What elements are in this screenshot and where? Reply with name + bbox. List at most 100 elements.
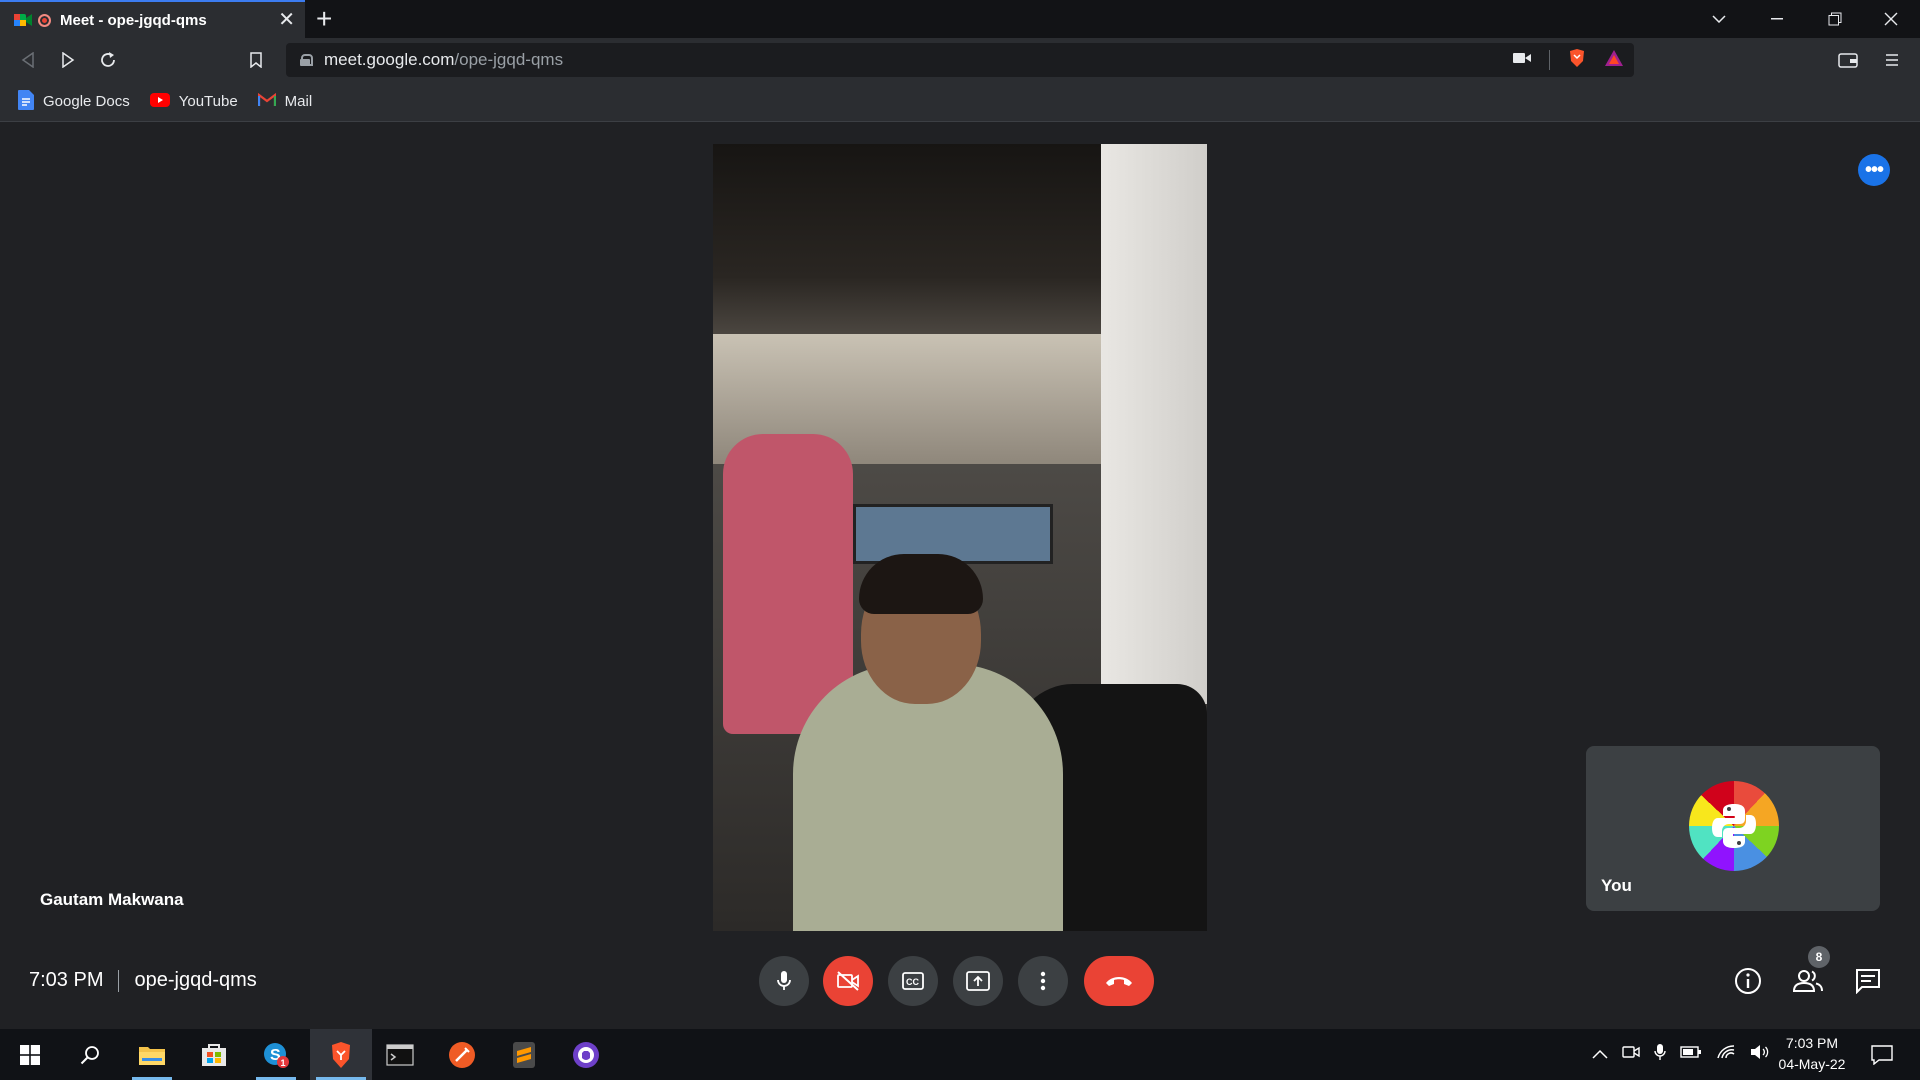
captions-button[interactable]: CC: [888, 956, 938, 1006]
postman-icon: [449, 1041, 475, 1068]
google-docs-icon: [18, 89, 34, 114]
terminal-button[interactable]: [374, 1029, 426, 1080]
chat-icon: [1856, 969, 1880, 994]
postman-button[interactable]: [436, 1029, 488, 1080]
participant-count-badge: 8: [1808, 946, 1830, 968]
url-host: meet.google.com: [324, 50, 455, 69]
camera-tray-icon[interactable]: [1622, 1044, 1640, 1065]
reload-button[interactable]: [94, 46, 122, 74]
folder-icon: [139, 1046, 165, 1065]
tab-close-icon[interactable]: ✕: [278, 10, 295, 30]
meeting-details: 7:03 PM ope-jgqd-qms: [29, 969, 257, 992]
bookmark-icon[interactable]: [242, 46, 270, 74]
url-path: /ope-jgqd-qms: [454, 50, 564, 69]
browser-toolbar: meet.google.com/ope-jgqd-qms: [0, 38, 1920, 82]
file-explorer-button[interactable]: [126, 1029, 178, 1080]
tab-search-icon[interactable]: [1690, 0, 1748, 38]
search-icon: [80, 1045, 99, 1064]
brave-icon: [332, 1041, 350, 1068]
recording-indicator-icon: [38, 13, 51, 27]
participant-name: Gautam Makwana: [40, 890, 184, 909]
microsoft-store-button[interactable]: [188, 1029, 240, 1080]
clock-time: 7:03 PM: [1785, 1035, 1839, 1051]
omnibox-divider: [1549, 50, 1550, 70]
skype-badge-count: 1: [281, 1058, 286, 1068]
brave-shields-icon[interactable]: [1568, 48, 1586, 73]
self-view-tile[interactable]: You: [1586, 746, 1880, 911]
bookmark-label: Mail: [284, 93, 313, 110]
leave-call-button[interactable]: [1084, 956, 1154, 1006]
notification-icon: [1871, 1044, 1893, 1065]
taskbar-clock[interactable]: 7:03 PM 04-May-22: [1762, 1033, 1862, 1075]
avatar: [1689, 781, 1779, 871]
meeting-code: ope-jgqd-qms: [134, 969, 257, 991]
github-icon: [573, 1041, 599, 1068]
skype-icon: S1: [264, 1042, 289, 1068]
call-controls-bar: 7:03 PM ope-jgqd-qms CC 8: [0, 941, 1920, 1029]
meeting-details-button[interactable]: [1730, 963, 1766, 999]
camera-button[interactable]: [823, 956, 873, 1006]
divider: [118, 969, 120, 992]
back-button[interactable]: [14, 46, 42, 74]
youtube-icon: [149, 92, 170, 111]
gmail-icon: [257, 92, 276, 111]
tab-strip: Meet - ope-jgqd-qms ✕ +: [0, 0, 1920, 38]
brave-taskbar-button[interactable]: [310, 1029, 372, 1080]
github-desktop-button[interactable]: [560, 1029, 612, 1080]
close-window-button[interactable]: [1862, 0, 1920, 38]
self-label: You: [1601, 876, 1632, 895]
battery-icon[interactable]: [1680, 1045, 1702, 1064]
address-bar[interactable]: meet.google.com/ope-jgqd-qms: [286, 43, 1634, 77]
svg-text:CC: CC: [906, 977, 919, 987]
wifi-icon[interactable]: [1716, 1044, 1736, 1065]
start-button[interactable]: [4, 1029, 56, 1080]
bookmark-label: YouTube: [178, 93, 238, 110]
current-time: 7:03 PM: [29, 969, 104, 991]
windows-logo-icon: [20, 1044, 40, 1065]
skype-button[interactable]: S1: [250, 1029, 302, 1080]
taskbar: S1 7:03 PM 04-May-22: [0, 1029, 1920, 1080]
forward-button[interactable]: [54, 46, 82, 74]
bookmark-google-docs[interactable]: Google Docs: [18, 89, 130, 114]
more-horiz-icon: •••: [1864, 159, 1884, 181]
new-tab-button[interactable]: +: [316, 4, 332, 34]
search-button[interactable]: [64, 1029, 116, 1080]
google-meet-icon: [14, 12, 32, 28]
participant-video[interactable]: [713, 144, 1207, 931]
chat-button[interactable]: [1850, 963, 1886, 999]
microphone-tray-icon[interactable]: [1654, 1043, 1666, 1066]
notifications-button[interactable]: [1856, 1029, 1908, 1080]
bookmark-label: Google Docs: [43, 93, 130, 110]
more-vert-icon: [1040, 971, 1046, 991]
bookmarks-bar: Google Docs YouTube Mail: [0, 82, 1920, 122]
browser-tab-meet[interactable]: Meet - ope-jgqd-qms ✕: [0, 0, 305, 38]
closed-caption-icon: CC: [902, 972, 924, 990]
bookmark-youtube[interactable]: YouTube: [149, 92, 238, 111]
bookmark-mail[interactable]: Mail: [257, 92, 313, 111]
clock-date: 04-May-22: [1778, 1056, 1846, 1072]
python-logo-icon: [1712, 804, 1756, 848]
lock-icon: [300, 54, 313, 66]
store-icon: [202, 1043, 226, 1066]
more-options-button[interactable]: [1018, 956, 1068, 1006]
camera-in-use-icon[interactable]: [1513, 51, 1531, 69]
system-tray: [1592, 1029, 1770, 1080]
brave-rewards-icon[interactable]: [1604, 49, 1624, 72]
mic-icon: [777, 971, 791, 990]
chevron-up-icon[interactable]: [1592, 1046, 1608, 1064]
present-screen-button[interactable]: [953, 956, 1003, 1006]
restore-button[interactable]: [1806, 0, 1864, 38]
more-options-fab[interactable]: •••: [1858, 154, 1890, 186]
sublime-text-icon: [513, 1041, 535, 1068]
tab-title: Meet - ope-jgqd-qms: [60, 11, 207, 29]
terminal-icon: [386, 1043, 414, 1066]
people-button[interactable]: [1790, 963, 1826, 999]
meet-stage: Gautam Makwana ••• You 7:03 PM ope-jgqd-…: [0, 123, 1920, 1029]
info-icon: [1735, 968, 1761, 994]
sublime-text-button[interactable]: [498, 1029, 550, 1080]
wallet-icon[interactable]: [1834, 46, 1862, 74]
minimize-button[interactable]: [1748, 0, 1806, 38]
people-icon: [1793, 970, 1823, 992]
microphone-button[interactable]: [759, 956, 809, 1006]
menu-icon[interactable]: [1878, 46, 1906, 74]
